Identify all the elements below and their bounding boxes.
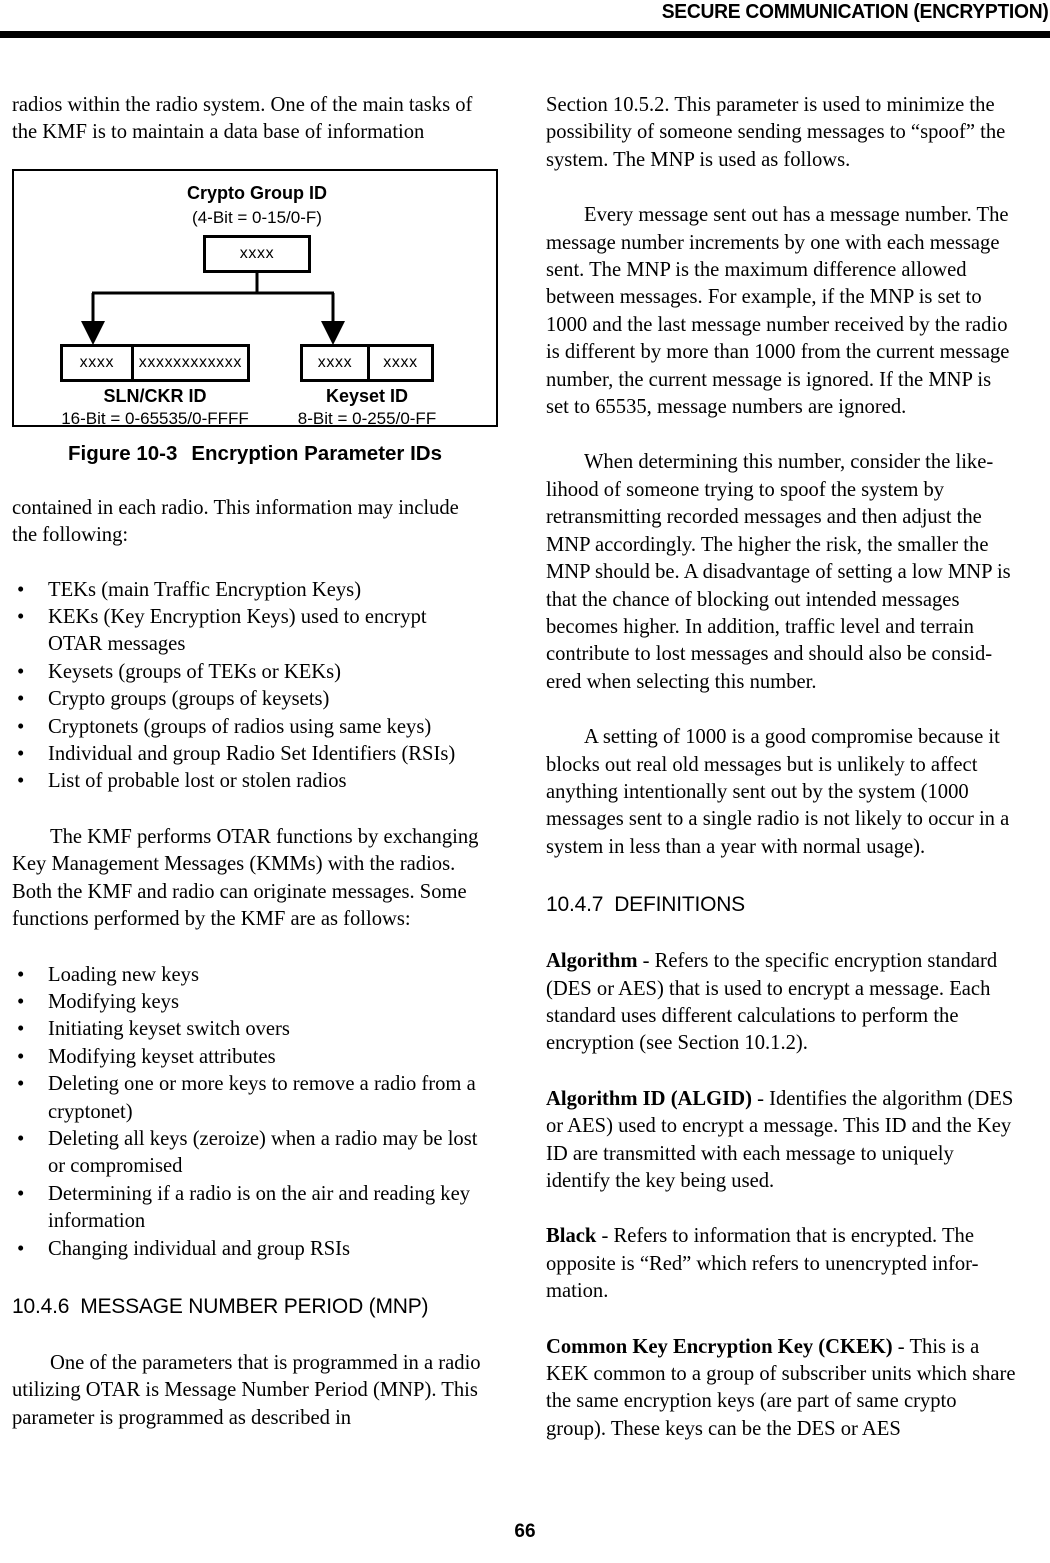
page-header: SECURE COMMUNICATION (ENCRYPTION) — [0, 0, 1050, 38]
figure-keyset-cell-1: xxxx — [317, 353, 353, 371]
definition-ckek: Common Key Encryption Key (CKEK) - This … — [546, 1334, 1017, 1444]
figure-sln-ckr-cell-1: xxxx — [79, 353, 115, 371]
figure-sln-ckr-title: SLN/CKR ID — [103, 385, 207, 406]
heading-10-4-7: 10.4.7 DEFINITIONS — [546, 891, 1017, 918]
heading-10-4-6-title: MESSAGE NUMBER PERIOD (MNP) — [80, 1294, 429, 1318]
page-footer: 66 — [0, 1521, 1050, 1543]
figure-sln-ckr-subtitle: 16-Bit = 0-65535/0-FFFF — [61, 408, 249, 428]
list-item: Cryptonets (groups of radios using same … — [12, 713, 483, 741]
paragraph-kmf-otar-functions: The KMF performs OTAR functions by excha… — [12, 825, 479, 931]
list-item: Modifying keyset attributes — [12, 1043, 483, 1071]
page-header-title: SECURE COMMUNICATION (ENCRYPTION) — [661, 0, 1048, 23]
definition-term: Algorithm ID (ALGID) — [546, 1087, 752, 1110]
list-item: Determining if a radio is on the air and… — [12, 1180, 483, 1236]
list-item: Modifying keys — [12, 988, 483, 1016]
list-item: Deleting all keys (zeroize) when a radio… — [12, 1125, 483, 1181]
paragraph-setting-of-1000: A setting of 1000 is a good compromise b… — [546, 726, 1010, 858]
page-number: 66 — [514, 1521, 536, 1542]
definition-algorithm-id: Algorithm ID (ALGID) - Identifies the al… — [546, 1086, 1017, 1196]
definition-term: Algorithm — [546, 950, 638, 973]
list-radio-information: TEKs (main Traffic Encryption Keys) KEKs… — [12, 576, 483, 796]
right-column: Section 10.5.2. This parameter is used t… — [546, 92, 1017, 1443]
paragraph-radios-continued: radios within the radio system. One of t… — [12, 94, 473, 144]
header-divider-rule — [0, 31, 1050, 38]
figure-10-3: Crypto Group ID (4-Bit = 0-15/0-F) xxxx — [12, 168, 498, 466]
definition-black: Black - Refers to information that is en… — [546, 1223, 1017, 1305]
figure-keyset-title: Keyset ID — [325, 385, 409, 406]
figure-caption-text: Encryption Parameter IDs — [191, 441, 443, 465]
figure-keyset-subtitle: 8-Bit = 0-255/0-FF — [297, 408, 437, 428]
list-item: Deleting one or more keys to remove a ra… — [12, 1070, 483, 1126]
paragraph-when-determining: When determining this number, consider t… — [546, 451, 1011, 693]
definition-algorithm: Algorithm - Refers to the specific encry… — [546, 948, 1017, 1058]
paragraph-mnp-intro: One of the parameters that is programmed… — [12, 1351, 481, 1429]
list-item: List of probable lost or stolen radios — [12, 767, 483, 795]
list-item: Initiating keyset switch overs — [12, 1015, 483, 1043]
figure-sln-ckr-box: xxxx xxxxxxxxxxxx — [60, 343, 250, 382]
left-column: radios within the radio system. One of t… — [12, 92, 498, 1432]
paragraph-every-message-sent: Every message sent out has a message num… — [546, 204, 1010, 419]
list-item: Individual and group Radio Set Identifie… — [12, 740, 483, 768]
list-item: TEKs (main Traffic Encryption Keys) — [12, 576, 483, 604]
figure-sln-ckr-cell-2: xxxxxxxxxxxx — [130, 346, 247, 379]
figure-keyset-box: xxxx xxxx — [300, 343, 434, 382]
paragraph-contained-in-each-radio: contained in each radio. This informatio… — [12, 496, 459, 547]
list-kmf-functions: Loading new keys Modifying keys Initiati… — [12, 960, 483, 1263]
definition-body: - Refers to information that is encrypte… — [546, 1225, 979, 1303]
definition-term: Common Key Encryption Key (CKEK) — [546, 1335, 893, 1358]
figure-frame: Crypto Group ID (4-Bit = 0-15/0-F) xxxx — [12, 168, 498, 428]
heading-10-4-6-number: 10.4.6 — [12, 1294, 70, 1318]
heading-10-4-7-title: DEFINITIONS — [614, 893, 745, 917]
figure-caption-number: Figure 10-3 — [67, 441, 178, 465]
list-item: Changing individual and group RSIs — [12, 1235, 483, 1263]
list-item: Loading new keys — [12, 960, 483, 989]
paragraph-section-10-5-2: Section 10.5.2. This parameter is used t… — [546, 94, 1006, 171]
heading-10-4-6: 10.4.6 MESSAGE NUMBER PERIOD (MNP) — [12, 1293, 483, 1320]
heading-10-4-7-number: 10.4.7 — [546, 893, 604, 917]
definition-term: Black — [546, 1225, 597, 1248]
figure-caption: Figure 10-3 Encryption Parameter IDs — [12, 442, 498, 466]
list-item: KEKs (Key Encryption Keys) used to encry… — [12, 603, 483, 659]
figure-keyset-cell-2: xxxx — [366, 346, 431, 379]
list-item: Keysets (groups of TEKs or KEKs) — [12, 658, 483, 686]
list-item: Crypto groups (groups of keysets) — [12, 685, 483, 713]
